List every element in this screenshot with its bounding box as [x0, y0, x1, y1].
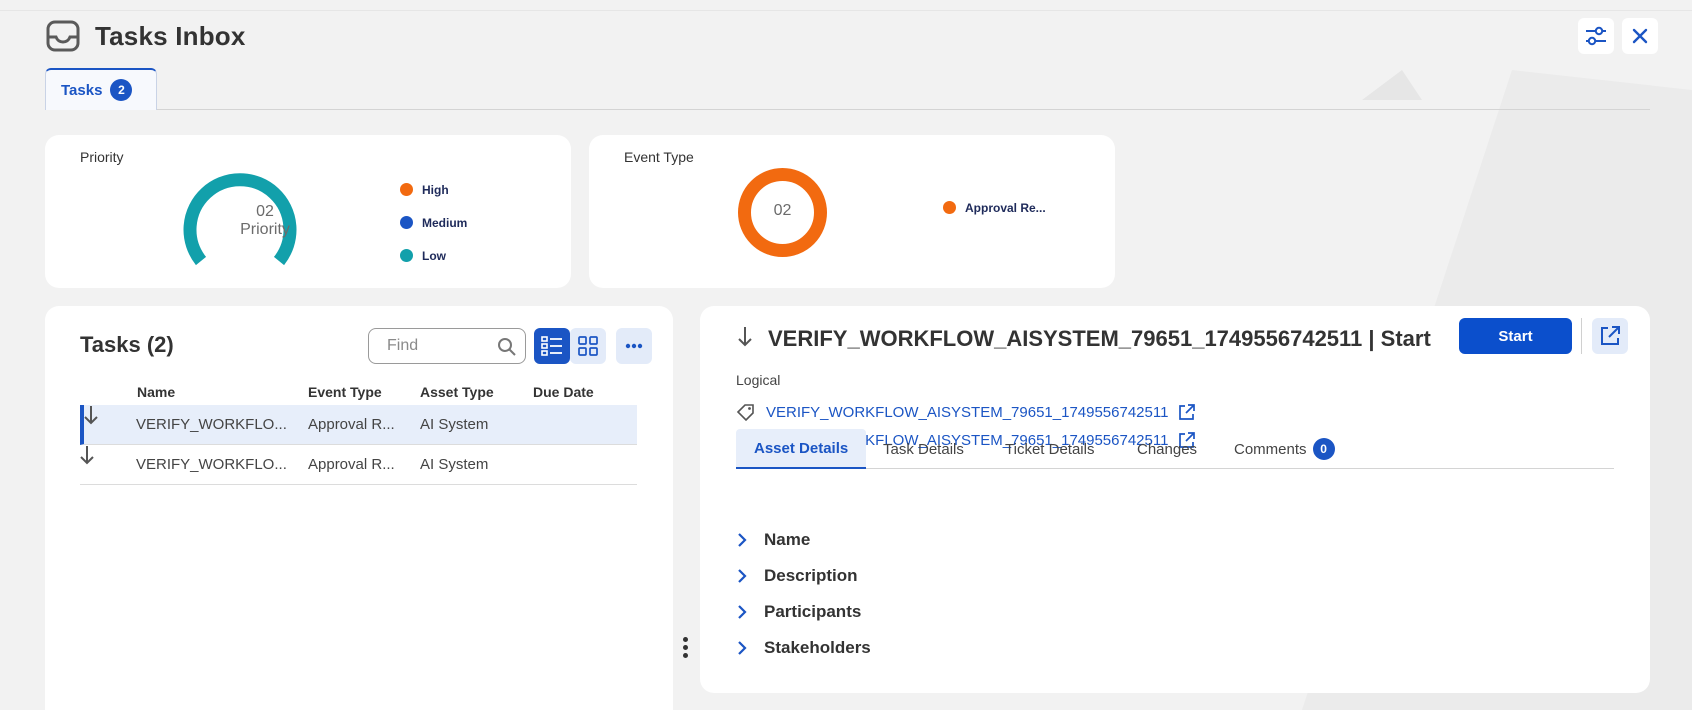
priority-legend: High Medium Low — [400, 173, 467, 272]
cell-asset-type: AI System — [420, 416, 489, 433]
arrow-down-icon — [738, 327, 752, 347]
table-row[interactable]: VERIFY_WORKFLO... Approval R... AI Syste… — [80, 445, 637, 485]
legend-label: High — [422, 182, 449, 197]
asset-category: Logical — [736, 372, 781, 388]
gauge-label: Priority — [240, 221, 290, 238]
chevron-right-icon — [738, 641, 747, 655]
table-row[interactable]: VERIFY_WORKFLO... Approval R... AI Syste… — [80, 405, 637, 445]
open-external-button[interactable] — [1592, 318, 1628, 354]
tab-changes[interactable]: Changes — [1137, 429, 1197, 469]
section-participants[interactable]: Participants — [736, 597, 861, 627]
section-label: Description — [764, 566, 858, 585]
tab-ticket-details[interactable]: Ticket Details — [1005, 429, 1094, 469]
section-stakeholders[interactable]: Stakeholders — [736, 633, 871, 663]
table-header: Name Event Type Asset Type Due Date — [80, 376, 637, 404]
chevron-right-icon — [738, 605, 747, 619]
tab-comments[interactable]: Comments 0 — [1234, 429, 1335, 469]
asset-link[interactable]: VERIFY_WORKFLOW_AISYSTEM_79651_174955674… — [766, 404, 1168, 421]
legend-label: Low — [422, 248, 446, 263]
task-detail-panel: VERIFY_WORKFLOW_AISYSTEM_79651_174955674… — [700, 306, 1650, 693]
cell-name: VERIFY_WORKFLO... — [136, 416, 287, 433]
donut-value: 02 — [773, 202, 792, 219]
close-icon — [1632, 28, 1648, 44]
more-options-button[interactable] — [616, 328, 652, 364]
section-name[interactable]: Name — [736, 525, 810, 555]
column-header-event-type[interactable]: Event Type — [308, 384, 382, 400]
search-icon[interactable] — [497, 337, 517, 357]
legend-dot — [400, 183, 413, 196]
task-detail-title: VERIFY_WORKFLOW_AISYSTEM_79651_174955674… — [768, 326, 1431, 351]
list-view-icon — [541, 336, 562, 356]
legend-label: Approval Re... — [965, 200, 1046, 215]
priority-chart-card: Priority 02 Priority High Medium Low — [45, 135, 571, 288]
asset-link-row: VERIFY_WORKFLOW_AISYSTEM_79651_174955674… — [736, 401, 1196, 423]
section-label: Stakeholders — [764, 638, 871, 657]
section-label: Name — [764, 530, 811, 549]
gauge-center-text: 02 Priority — [215, 203, 315, 239]
section-description[interactable]: Description — [736, 561, 858, 591]
filter-settings-button[interactable] — [1578, 18, 1614, 54]
legend-item-medium[interactable]: Medium — [400, 206, 467, 239]
divider — [1581, 318, 1582, 354]
legend-item-approval[interactable]: Approval Re... — [943, 191, 1046, 224]
tab-label: Comments — [1234, 440, 1307, 458]
top-divider — [0, 10, 1692, 11]
tag-icon — [736, 404, 754, 421]
cell-event-type: Approval R... — [308, 416, 395, 433]
task-list-title: Tasks (2) — [80, 332, 174, 357]
more-horizontal-icon — [625, 343, 643, 349]
cell-asset-type: AI System — [420, 456, 489, 473]
legend-dot — [943, 201, 956, 214]
legend-item-high[interactable]: High — [400, 173, 467, 206]
legend-item-low[interactable]: Low — [400, 239, 467, 272]
external-link-icon[interactable] — [1178, 403, 1196, 421]
panel-resize-handle[interactable] — [683, 637, 689, 661]
arrow-down-icon — [80, 446, 94, 465]
search-input[interactable] — [387, 337, 487, 355]
page-title: Tasks Inbox — [95, 20, 246, 51]
detail-tabs: Asset Details Task Details Ticket Detail… — [736, 429, 1614, 469]
chevron-right-icon — [738, 533, 747, 547]
legend-dot — [400, 249, 413, 262]
legend-dot — [400, 216, 413, 229]
list-view-button[interactable] — [534, 328, 570, 364]
start-button[interactable]: Start — [1459, 318, 1572, 354]
close-button[interactable] — [1622, 18, 1658, 54]
grid-view-button[interactable] — [570, 328, 606, 364]
tabs-bar: Tasks 2 — [45, 68, 1650, 110]
cell-event-type: Approval R... — [308, 456, 395, 473]
grid-view-icon — [578, 336, 598, 356]
search-field[interactable] — [368, 328, 526, 364]
column-header-due-date[interactable]: Due Date — [533, 384, 594, 400]
external-link-icon — [1601, 326, 1620, 345]
section-label: Participants — [764, 602, 862, 621]
card-title: Priority — [80, 149, 124, 165]
chevron-right-icon — [738, 569, 747, 583]
arrow-down-icon — [84, 406, 98, 425]
gauge-value: 02 — [256, 203, 274, 220]
tab-asset-details[interactable]: Asset Details — [736, 429, 867, 469]
tab-task-details[interactable]: Task Details — [883, 429, 964, 469]
cell-name: VERIFY_WORKFLO... — [136, 456, 287, 473]
column-header-name[interactable]: Name — [137, 384, 175, 400]
inbox-icon — [45, 18, 81, 54]
tab-count-badge: 2 — [110, 79, 133, 101]
event-type-chart-card: Event Type 02 Approval Re... — [589, 135, 1115, 288]
comments-count-badge: 0 — [1312, 438, 1335, 460]
tab-label: Tasks — [61, 81, 103, 99]
legend-label: Medium — [422, 215, 468, 230]
page-header: Tasks Inbox — [45, 16, 246, 56]
card-title: Event Type — [624, 149, 694, 165]
sliders-icon — [1586, 26, 1606, 46]
column-header-asset-type[interactable]: Asset Type — [420, 384, 494, 400]
task-list-panel: Tasks (2) Name Event Type — [45, 306, 673, 710]
tab-tasks[interactable]: Tasks 2 — [45, 68, 157, 110]
event-type-legend: Approval Re... — [943, 191, 1046, 224]
